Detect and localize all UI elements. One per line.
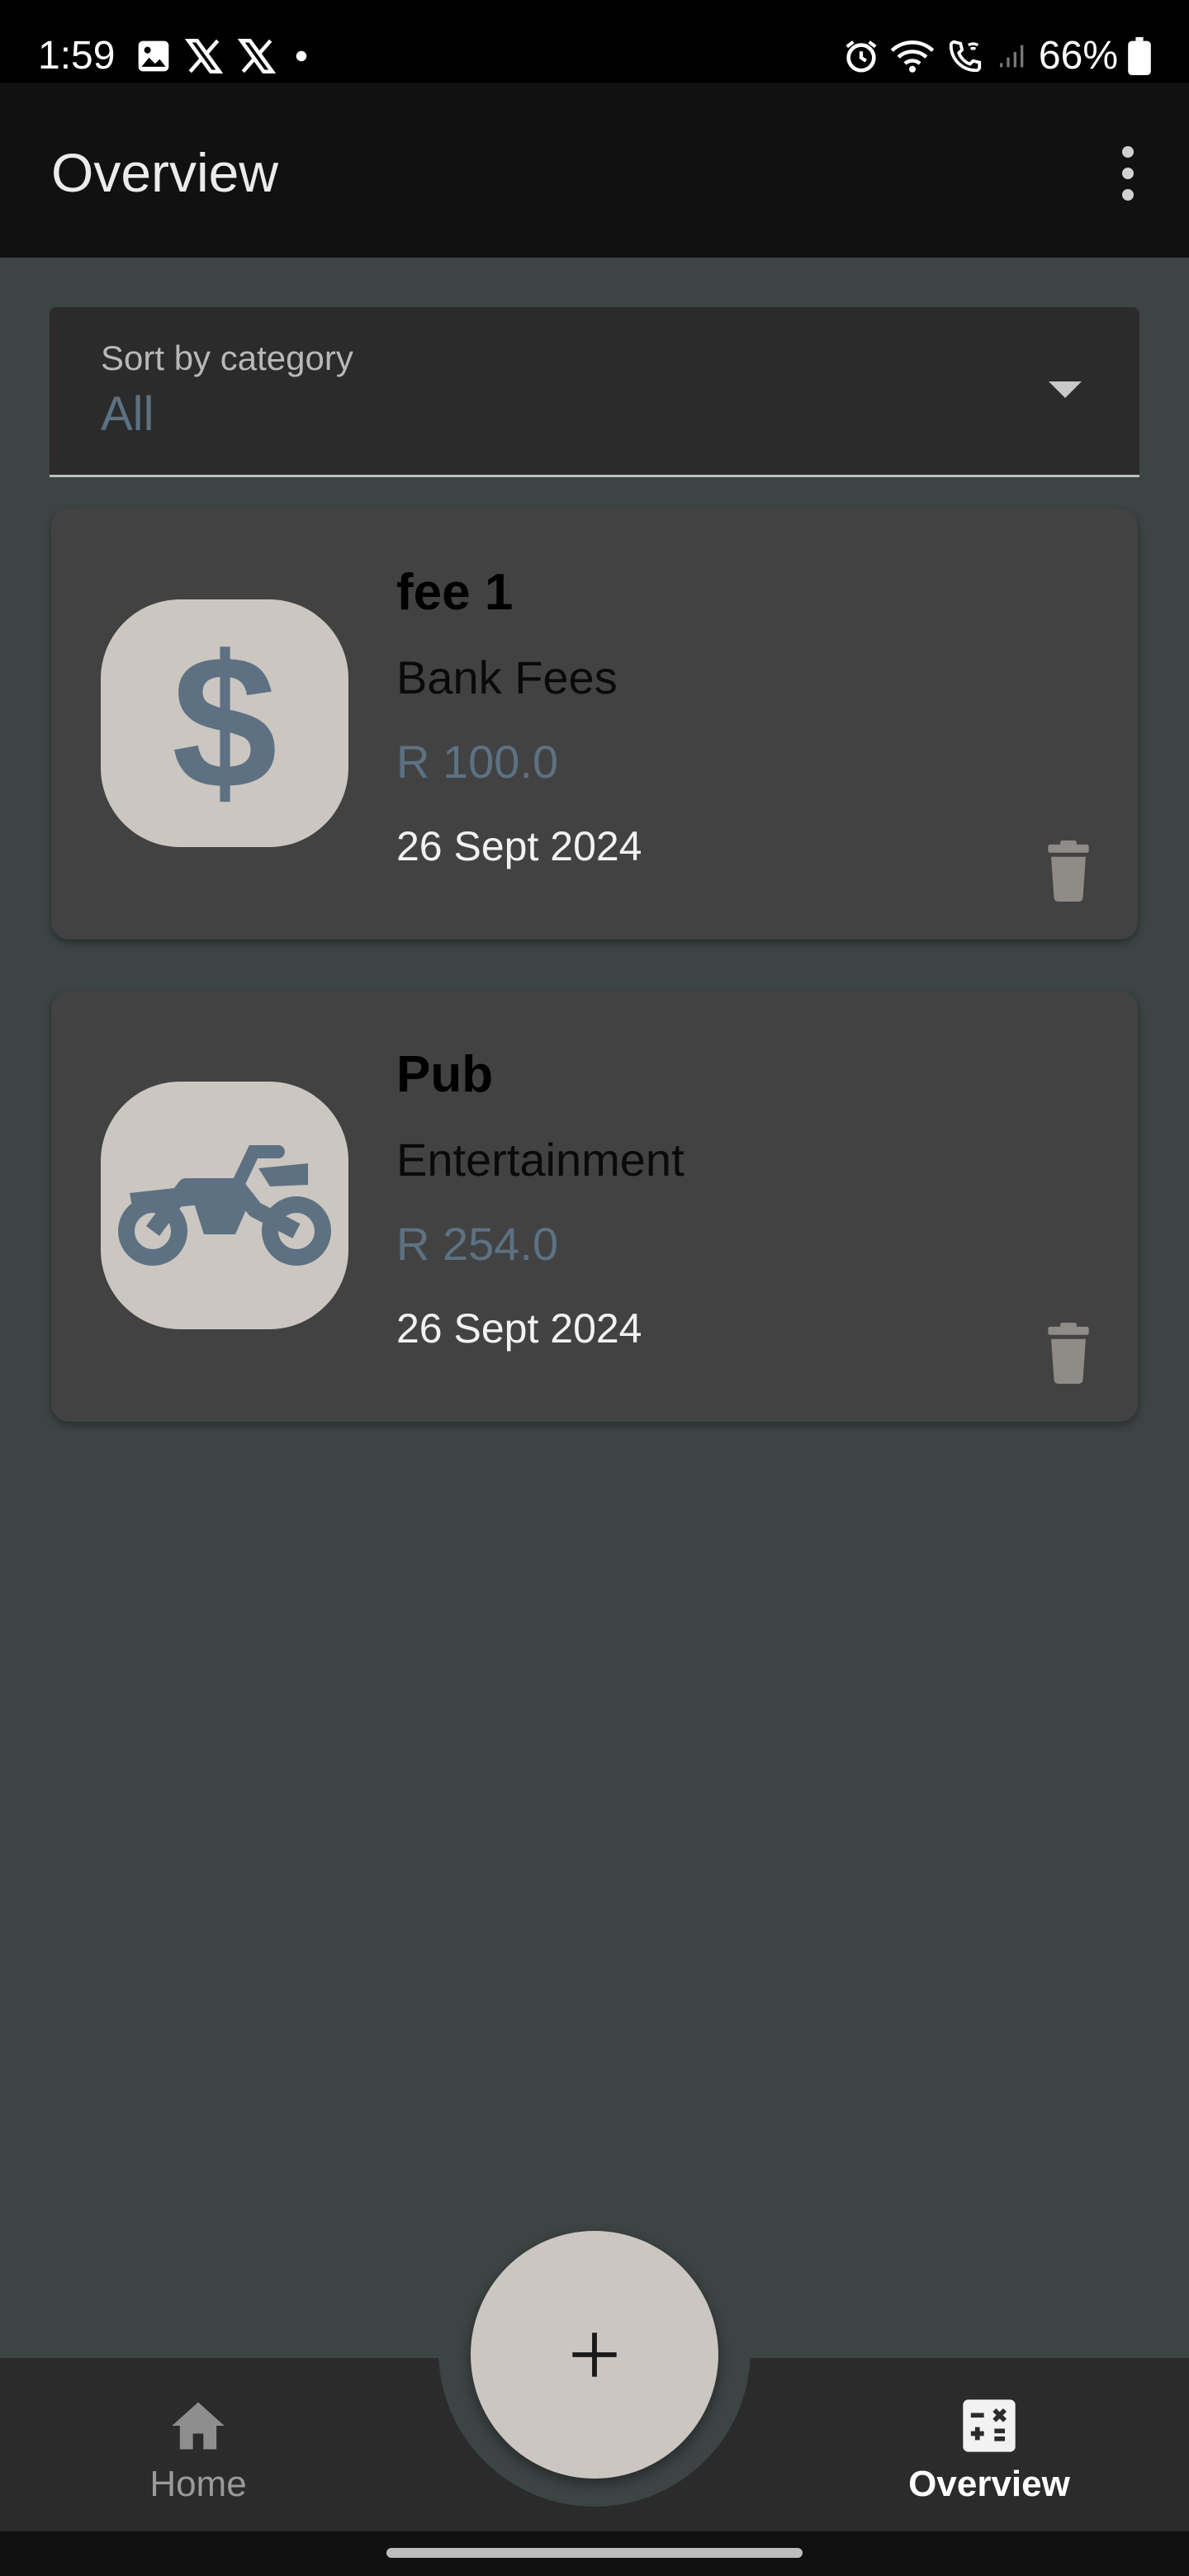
status-bar: 1:59 66% [0, 0, 1189, 83]
home-gesture-bar[interactable] [386, 2548, 803, 2558]
dot-icon [296, 50, 307, 62]
x-icon [184, 38, 224, 74]
status-time: 1:59 [38, 34, 116, 78]
battery-icon [1128, 37, 1151, 75]
delete-icon[interactable] [1044, 841, 1093, 902]
image-icon [138, 40, 169, 72]
expense-title: Pub [396, 1046, 494, 1103]
more-vert-icon-dot [1122, 189, 1134, 201]
plus-icon [572, 2332, 617, 2377]
wifi-call-icon [949, 40, 982, 73]
sort-by-category-dropdown[interactable]: Sort by category All [50, 307, 1139, 477]
expense-amount: R 100.0 [396, 736, 559, 788]
system-icons: 66% [842, 31, 1151, 81]
nav-label-home: Home [149, 2464, 247, 2504]
motorcycle-icon [118, 1145, 331, 1266]
category-icon-tile [101, 1082, 348, 1329]
x-icon [237, 38, 277, 74]
expense-date: 26 Sept 2024 [396, 1305, 642, 1352]
app-bar: Overview [0, 83, 1189, 258]
calculator-icon [963, 2399, 1016, 2452]
expense-amount: R 254.0 [396, 1218, 559, 1270]
expense-category: Entertainment [396, 1134, 685, 1186]
signal-icon [999, 45, 1024, 68]
battery-percent: 66% [1038, 34, 1118, 78]
nav-item-overview[interactable]: Overview [865, 2358, 1113, 2531]
sort-selected-value: All [101, 387, 154, 441]
alarm-icon [846, 40, 877, 73]
notification-icons [135, 31, 314, 81]
category-icon-tile: $ [101, 599, 348, 847]
dollar-icon: $ [172, 632, 277, 814]
page-title: Overview [51, 142, 279, 203]
dropdown-arrow-icon[interactable] [1049, 381, 1082, 398]
delete-icon[interactable] [1044, 1323, 1093, 1384]
svg-text:$: $ [172, 632, 277, 814]
expense-card[interactable]: $ fee 1 Bank Fees R 100.0 26 Sept 2024 [51, 509, 1138, 940]
sort-label: Sort by category [101, 339, 353, 377]
nav-item-home[interactable]: Home [74, 2358, 322, 2531]
more-options-button[interactable] [1101, 140, 1154, 206]
expense-category: Bank Fees [396, 651, 618, 703]
expense-title: fee 1 [396, 564, 514, 621]
gesture-navigation-area [0, 2531, 1189, 2576]
nav-label-overview: Overview [908, 2464, 1070, 2504]
more-vert-icon-dot [1122, 168, 1134, 179]
expense-card[interactable]: Pub Entertainment R 254.0 26 Sept 2024 [51, 991, 1138, 1422]
wifi-icon [890, 40, 935, 73]
home-icon [172, 2402, 225, 2450]
more-vert-icon [1122, 146, 1134, 158]
expense-date: 26 Sept 2024 [396, 823, 642, 869]
add-expense-button[interactable] [471, 2231, 718, 2479]
